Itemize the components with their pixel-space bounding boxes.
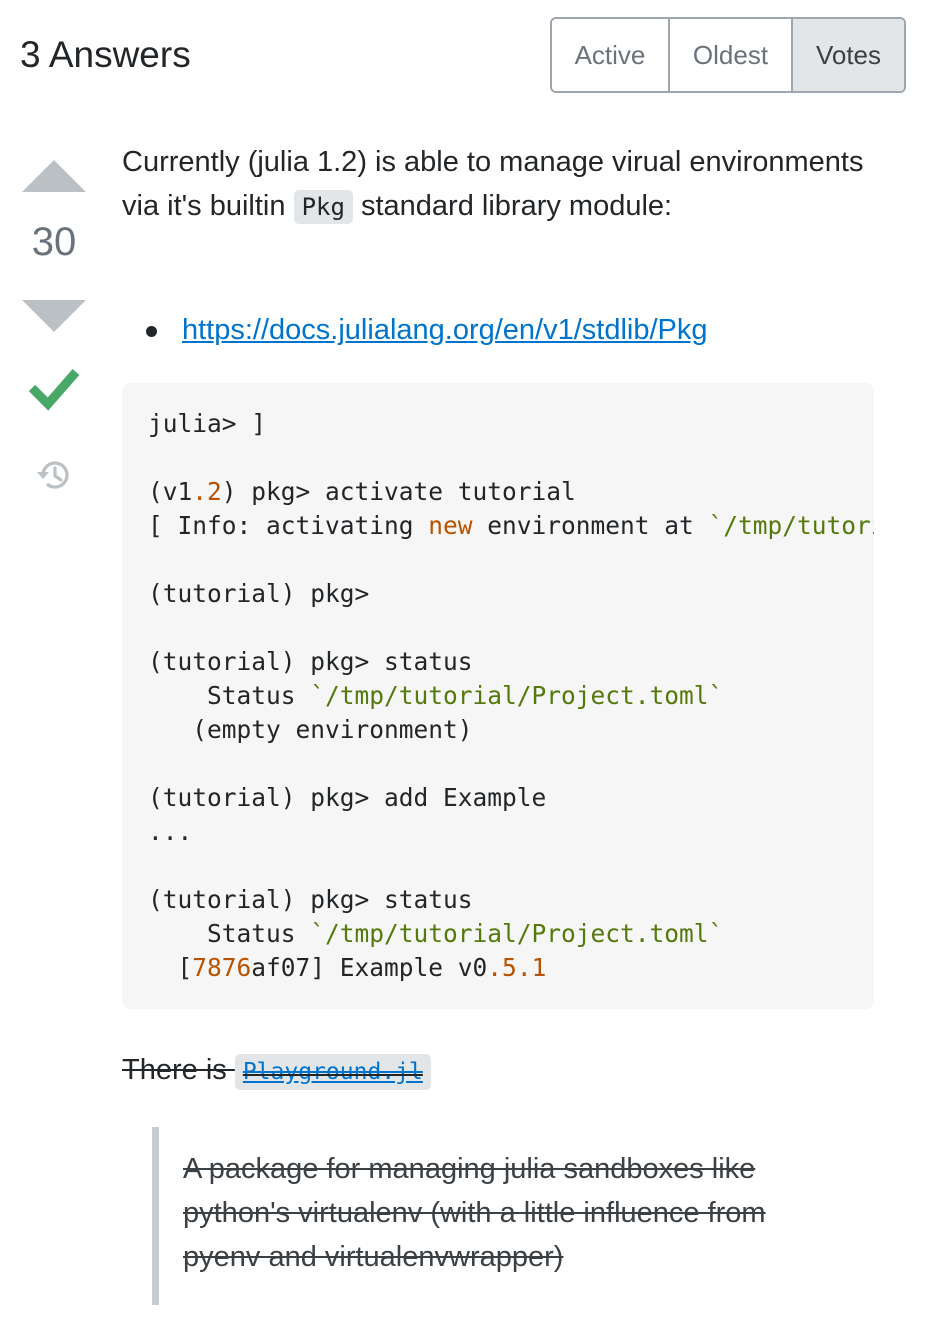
code-string: `/tmp/tutorial/Project.toml` [708, 511, 874, 540]
code-text: (tutorial) pkg> add Example [148, 783, 547, 812]
answers-count: 3 Answers [20, 34, 191, 75]
code-line: Status `/tmp/tutorial/Project.toml` [148, 679, 874, 713]
playground-link[interactable]: Playground.jl [243, 1059, 423, 1085]
code-number: .5 [487, 953, 517, 982]
code-line: (v1.2) pkg> activate tutorial [148, 475, 874, 509]
code-text: (empty environment) [148, 715, 473, 744]
code-string: `/tmp/tutorial/Project.toml` [310, 919, 724, 948]
history-icon[interactable] [34, 455, 74, 495]
inline-code-playground: Playground.jl [234, 1054, 431, 1090]
code-string: `/tmp/tutorial/Project.toml` [310, 681, 724, 710]
code-line: julia> ] [148, 407, 874, 441]
code-text: ... [148, 817, 193, 846]
code-text: ) pkg> activate tutorial [221, 477, 576, 506]
code-line: (tutorial) pkg> [148, 577, 874, 611]
code-text: environment at [472, 511, 709, 540]
list-item: https://docs.julialang.org/en/v1/stdlib/… [146, 310, 708, 350]
code-text: (tutorial) pkg> status [148, 647, 473, 676]
code-text: [ [148, 953, 193, 982]
code-line: [7876af07] Example v0.5.1 [148, 951, 874, 985]
sort-tab-votes[interactable]: Votes [793, 19, 904, 91]
pkg-docs-link[interactable]: https://docs.julialang.org/en/v1/stdlib/… [182, 314, 708, 346]
blockquote: A package for managing julia sandboxes l… [152, 1127, 874, 1305]
link-list: https://docs.julialang.org/en/v1/stdlib/… [146, 310, 708, 350]
code-text: [ Info: activating [148, 511, 429, 540]
code-text: julia> ] [148, 409, 267, 438]
code-line: (tutorial) pkg> status [148, 645, 874, 679]
code-line: (tutorial) pkg> status [148, 883, 874, 917]
struck-text: There is [122, 1054, 235, 1086]
code-text: (tutorial) pkg> status [148, 885, 473, 914]
inline-code-pkg: Pkg [293, 190, 353, 224]
vote-up-icon[interactable] [22, 160, 86, 192]
code-line: (empty environment) [148, 713, 874, 747]
struck-paragraph: There is Playground.jl [122, 1048, 431, 1094]
sort-tabs: Active Oldest Votes [550, 17, 906, 93]
code-line: [ Info: activating new environment at `/… [148, 509, 874, 543]
accepted-check-icon [28, 369, 80, 411]
answer-body: Currently (julia 1.2) is able to manage … [122, 140, 874, 1305]
intro-text-end: standard library module: [352, 190, 673, 222]
code-line: Status `/tmp/tutorial/Project.toml` [148, 917, 874, 951]
answer-intro: Currently (julia 1.2) is able to manage … [122, 140, 874, 229]
code-number: .1 [516, 953, 547, 982]
code-text: (tutorial) pkg> [148, 579, 370, 608]
code-keyword: new [428, 511, 473, 540]
code-number: .2 [192, 477, 222, 506]
vote-down-icon[interactable] [22, 300, 86, 332]
quote-text: A package for managing julia sandboxes l… [183, 1153, 766, 1273]
code-text: Status [148, 919, 311, 948]
code-block: julia> ] (v1.2) pkg> activate tutorial [… [122, 383, 874, 1009]
code-line: ... [148, 815, 874, 849]
code-text: Status [148, 681, 311, 710]
code-line: (tutorial) pkg> add Example [148, 781, 874, 815]
code-number: 7876 [192, 953, 252, 982]
sort-tab-oldest[interactable]: Oldest [670, 19, 793, 91]
code-text: (v1 [148, 477, 193, 506]
sort-tab-active[interactable]: Active [552, 19, 670, 91]
code-text: af07] Example v0 [251, 953, 488, 982]
answers-header: 3 Answers Active Oldest Votes [0, 0, 932, 110]
bullet [146, 326, 157, 337]
vote-count: 30 [31, 220, 77, 264]
